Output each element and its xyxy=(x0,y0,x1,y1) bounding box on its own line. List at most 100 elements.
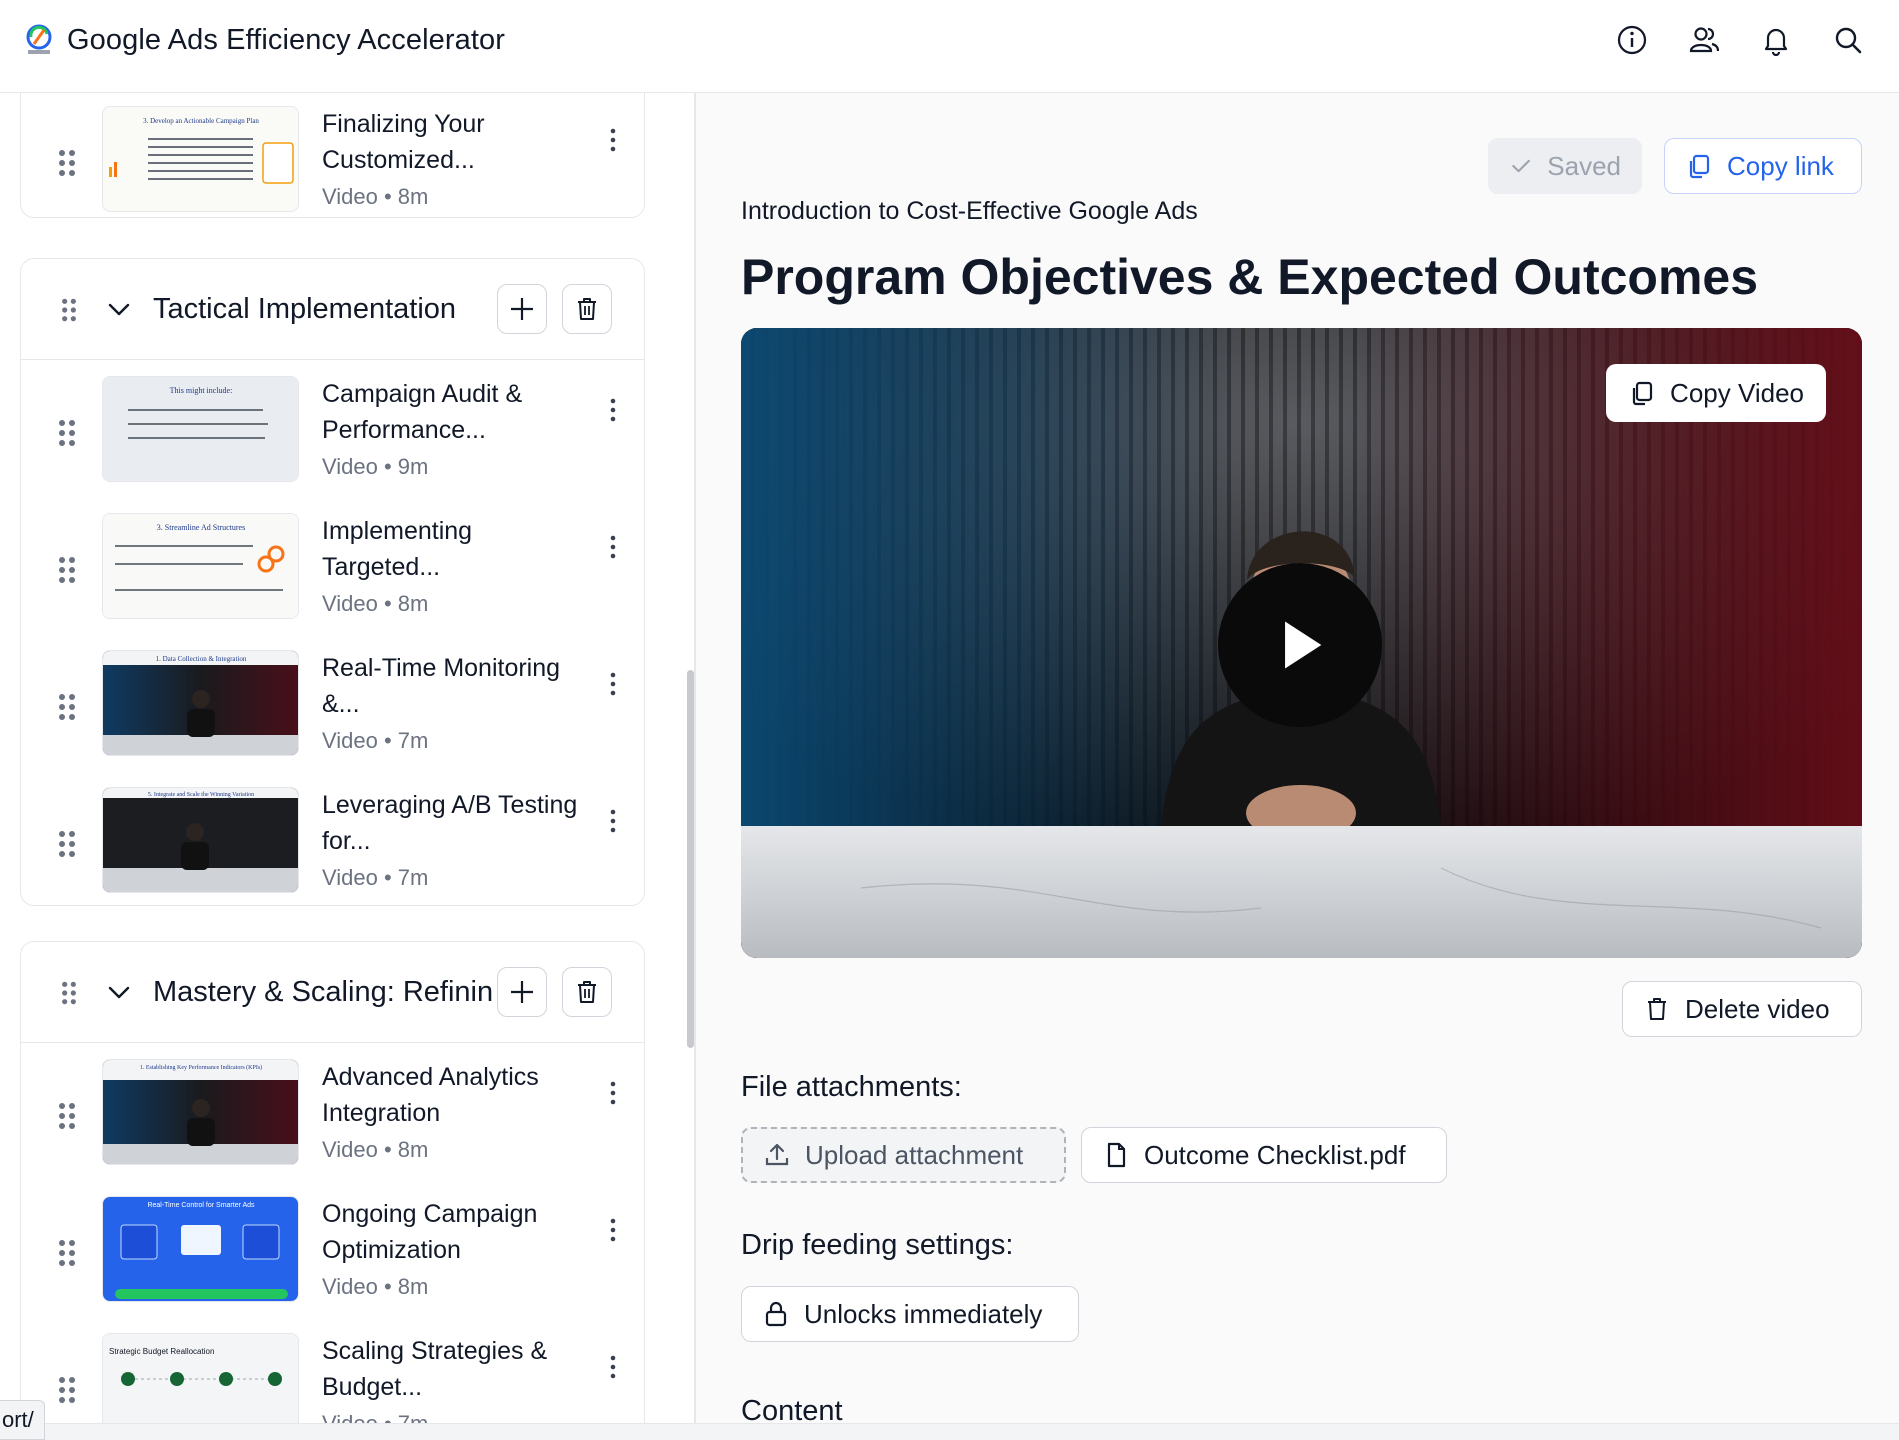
thumb-caption: This might include: xyxy=(170,386,233,395)
drag-handle-icon[interactable] xyxy=(57,1375,77,1405)
copy-video-label: Copy Video xyxy=(1670,377,1804,408)
lesson-thumbnail: 3. Develop an Actionable Campaign Plan xyxy=(102,106,299,212)
more-options-icon[interactable] xyxy=(606,533,620,561)
section-title: Mastery & Scaling: Refining xyxy=(153,976,493,1008)
drag-handle-icon[interactable] xyxy=(57,692,77,722)
lesson-title: Real-Time Monitoring &... xyxy=(322,654,561,718)
add-lesson-button[interactable] xyxy=(497,284,547,334)
add-lesson-button[interactable] xyxy=(497,967,547,1017)
drip-value: Unlocks immediately xyxy=(804,1298,1043,1329)
users-icon[interactable] xyxy=(1686,22,1722,58)
drip-heading: Drip feeding settings: xyxy=(741,1229,1014,1261)
chevron-down-icon[interactable] xyxy=(105,978,133,1006)
content-heading: Content xyxy=(741,1395,843,1423)
upload-icon xyxy=(765,1143,789,1166)
trash-icon xyxy=(578,298,596,320)
page-title: Program Objectives & Expected Outcomes xyxy=(741,249,1759,305)
lesson-title: Implementing Targeted... xyxy=(322,517,473,581)
drag-handle-icon[interactable] xyxy=(59,980,79,1011)
lesson-title: Advanced Analytics Integration xyxy=(322,1063,539,1127)
lesson-meta: Video • 7m xyxy=(322,1411,428,1423)
trash-icon xyxy=(578,981,596,1003)
lesson-item[interactable]: 3. Streamline Ad Structures Implementing… xyxy=(21,513,646,633)
lesson-thumbnail: 5. Integrate and Scale the Winning Varia… xyxy=(102,787,299,893)
trash-icon xyxy=(1648,998,1666,1020)
check-icon xyxy=(1512,159,1530,173)
plus-icon xyxy=(511,298,533,320)
delete-video-label: Delete video xyxy=(1685,993,1830,1024)
drag-handle-icon[interactable] xyxy=(57,555,77,585)
attachment-file-chip[interactable]: Outcome Checklist.pdf xyxy=(1081,1127,1447,1183)
more-options-icon[interactable] xyxy=(606,396,620,424)
drag-handle-icon[interactable] xyxy=(57,829,77,859)
breadcrumb[interactable]: Introduction to Cost-Effective Google Ad… xyxy=(741,197,1198,226)
top-bar: Google Ads Efficiency Accelerator xyxy=(0,0,1899,93)
saved-button[interactable]: Saved xyxy=(1488,138,1642,194)
copy-link-button[interactable]: Copy link xyxy=(1664,138,1862,194)
lesson-editor: Saved Copy link Introduction to Cost-Eff… xyxy=(696,93,1899,1423)
info-icon[interactable] xyxy=(1614,22,1650,58)
app-logo[interactable] xyxy=(22,22,56,56)
search-icon[interactable] xyxy=(1830,22,1866,58)
lesson-thumbnail: 3. Streamline Ad Structures xyxy=(102,513,299,619)
thumb-caption: Strategic Budget Reallocation xyxy=(109,1347,214,1356)
more-options-icon[interactable] xyxy=(606,1216,620,1244)
lesson-item[interactable]: This might include: Campaign Audit & Per… xyxy=(21,376,646,496)
drag-handle-icon[interactable] xyxy=(57,418,77,448)
lesson-thumbnail: Strategic Budget Reallocation xyxy=(102,1333,299,1423)
lesson-item[interactable]: 5. Integrate and Scale the Winning Varia… xyxy=(21,787,646,907)
thumb-caption: 1. Establishing Key Performance Indicato… xyxy=(140,1064,262,1071)
attachments-heading: File attachments: xyxy=(741,1071,962,1103)
more-options-icon[interactable] xyxy=(606,126,620,154)
delete-video-button[interactable]: Delete video xyxy=(1622,981,1862,1037)
play-button[interactable] xyxy=(1218,563,1382,727)
lesson-meta: Video • 8m xyxy=(322,591,429,616)
lesson-title: Ongoing Campaign Optimization xyxy=(322,1200,538,1264)
saved-label: Saved xyxy=(1547,150,1621,181)
lesson-thumbnail: 1. Data Collection & Integration xyxy=(102,650,299,756)
copy-icon xyxy=(1689,154,1710,179)
delete-section-button[interactable] xyxy=(562,284,612,334)
lesson-thumbnail: Real-Time Control for Smarter Ads xyxy=(102,1196,299,1302)
drag-handle-icon[interactable] xyxy=(59,297,79,328)
thumb-caption: 3. Streamline Ad Structures xyxy=(157,523,245,532)
delete-section-button[interactable] xyxy=(562,967,612,1017)
copy-video-button[interactable]: Copy Video xyxy=(1606,364,1826,422)
video-player[interactable]: Copy Video xyxy=(741,328,1862,958)
more-options-icon[interactable] xyxy=(606,807,620,835)
drip-setting-button[interactable]: Unlocks immediately xyxy=(741,1286,1079,1342)
copy-link-label: Copy link xyxy=(1727,150,1834,181)
lock-icon xyxy=(765,1301,787,1327)
lesson-item[interactable]: Strategic Budget Reallocation Scaling St… xyxy=(21,1333,646,1423)
app-title: Google Ads Efficiency Accelerator xyxy=(67,24,506,56)
curriculum-panel: 3. Develop an Actionable Campaign Plan F… xyxy=(0,93,696,1423)
lesson-meta: Video • 7m xyxy=(322,865,429,890)
copy-icon xyxy=(1632,381,1653,406)
lesson-title: Leveraging A/B Testing for... xyxy=(322,791,578,855)
section-header: Mastery & Scaling: Refining xyxy=(21,942,644,1043)
lesson-title: Campaign Audit & Performance... xyxy=(322,380,523,444)
lesson-item[interactable]: 1. Data Collection & Integration Real-Ti… xyxy=(21,650,646,770)
upload-attachment-button[interactable]: Upload attachment xyxy=(741,1127,1066,1183)
lesson-meta: Video • 8m xyxy=(322,184,429,209)
lesson-item[interactable]: 1. Establishing Key Performance Indicato… xyxy=(21,1059,646,1179)
thumb-caption: 1. Data Collection & Integration xyxy=(156,655,247,663)
bell-icon[interactable] xyxy=(1758,22,1794,58)
status-bar xyxy=(0,1423,1899,1440)
scrollbar-thumb[interactable] xyxy=(687,670,694,1048)
drag-handle-icon[interactable] xyxy=(57,1238,77,1268)
upload-label: Upload attachment xyxy=(805,1139,1024,1170)
thumb-caption: Real-Time Control for Smarter Ads xyxy=(147,1202,255,1209)
section-card-mastery: Mastery & Scaling: Refining 1. Establish… xyxy=(20,941,645,1423)
more-options-icon[interactable] xyxy=(606,1079,620,1107)
lesson-meta: Video • 8m xyxy=(322,1137,429,1162)
more-options-icon[interactable] xyxy=(606,670,620,698)
lesson-item[interactable]: 3. Develop an Actionable Campaign Plan F… xyxy=(21,106,646,226)
chevron-down-icon[interactable] xyxy=(105,295,133,323)
drag-handle-icon[interactable] xyxy=(57,148,77,178)
more-options-icon[interactable] xyxy=(606,1353,620,1381)
section-card-tactical: Tactical Implementation This might inclu… xyxy=(20,258,645,906)
section-header: Tactical Implementation xyxy=(21,259,644,360)
drag-handle-icon[interactable] xyxy=(57,1101,77,1131)
lesson-item[interactable]: Real-Time Control for Smarter Ads Ongoin… xyxy=(21,1196,646,1316)
